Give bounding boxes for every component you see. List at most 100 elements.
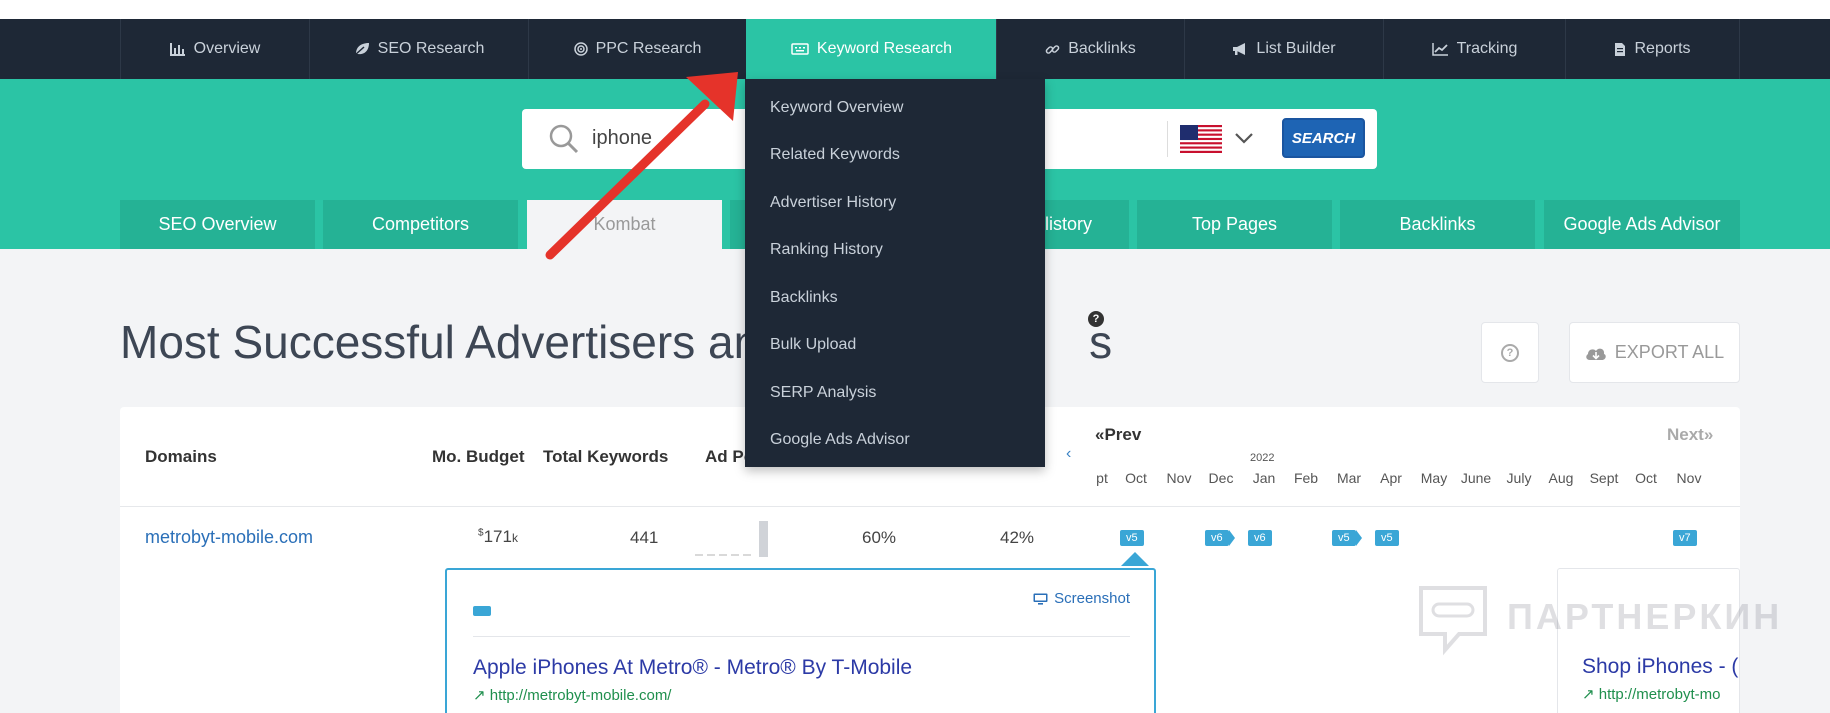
- export-all-button[interactable]: EXPORT ALL: [1569, 322, 1740, 383]
- menu-item-backlinks[interactable]: Backlinks: [770, 289, 838, 307]
- search-icon: [549, 124, 579, 154]
- popup-caret: [1121, 552, 1149, 566]
- nav-item-backlinks[interactable]: Backlinks: [996, 19, 1184, 79]
- nav-item-label: Keyword Research: [816, 40, 953, 57]
- export-all-label: EXPORT ALL: [1614, 342, 1725, 362]
- month-label: Oct: [1125, 470, 1147, 486]
- month-label: pt: [1096, 470, 1108, 486]
- percent-value-b: 42%: [1000, 528, 1035, 547]
- next-button[interactable]: Next»: [1667, 425, 1713, 445]
- help-button[interactable]: ?: [1481, 322, 1539, 383]
- percent-value-a: 60%: [862, 528, 897, 547]
- menu-item-google-ads-advisor[interactable]: Google Ads Advisor: [770, 431, 910, 449]
- document-icon: [1615, 42, 1626, 56]
- nav-item-reports[interactable]: Reports: [1565, 19, 1740, 79]
- version-badge[interactable]: v5: [1120, 530, 1144, 546]
- budget-unit: k: [511, 531, 518, 545]
- help-icon[interactable]: ?: [1088, 311, 1104, 327]
- nav-item-label: Reports: [1634, 40, 1691, 57]
- nav-item-label: SEO Research: [377, 40, 485, 57]
- month-label: Feb: [1293, 470, 1319, 486]
- nav-item-seo-research[interactable]: SEO Research: [309, 19, 528, 79]
- keyword-research-dropdown: Keyword Overview Related Keywords Advert…: [745, 79, 1045, 467]
- search-button[interactable]: SEARCH: [1282, 118, 1365, 158]
- month-label: Aug: [1548, 470, 1574, 486]
- version-badge[interactable]: v6: [1205, 530, 1235, 546]
- nav-item-overview[interactable]: Overview: [120, 19, 309, 79]
- version-badge[interactable]: v7: [1673, 530, 1697, 546]
- screenshot-label: Screenshot: [1054, 590, 1130, 607]
- nav-item-keyword-research[interactable]: Keyword Research: [746, 19, 996, 79]
- us-flag-icon[interactable]: [1180, 125, 1222, 153]
- menu-item-advertiser-history[interactable]: Advertiser History: [770, 194, 896, 212]
- ad-tag-icon: [473, 606, 491, 616]
- header-domains[interactable]: Domains: [145, 447, 217, 467]
- tab-competitors[interactable]: Competitors: [323, 200, 518, 249]
- scroll-left-icon[interactable]: ‹: [1066, 445, 1071, 463]
- nav-item-ppc-research[interactable]: PPC Research: [528, 19, 746, 79]
- budget-value: 171: [483, 527, 512, 546]
- target-icon: [573, 42, 588, 56]
- header-budget[interactable]: Mo. Budget: [432, 447, 525, 467]
- header-total-keywords[interactable]: Total Keywords: [543, 447, 668, 467]
- nav-item-list-builder[interactable]: List Builder: [1184, 19, 1383, 79]
- version-badge[interactable]: v6: [1248, 530, 1272, 546]
- tab-backlinks[interactable]: Backlinks: [1340, 200, 1535, 249]
- month-label: Mar: [1336, 470, 1362, 486]
- tab-google-ads-advisor[interactable]: Google Ads Advisor: [1544, 200, 1740, 249]
- month-label: Oct: [1635, 470, 1657, 486]
- tab-top-pages[interactable]: Top Pages: [1137, 200, 1332, 249]
- domain-link[interactable]: metrobyt-mobile.com: [145, 527, 313, 548]
- tab-seo-overview[interactable]: SEO Overview: [120, 200, 315, 249]
- version-badge[interactable]: v5: [1332, 530, 1362, 546]
- line-chart-icon: [1431, 43, 1448, 56]
- ad-title-link-2[interactable]: Shop iPhones - (: [1582, 655, 1738, 679]
- screenshot-link[interactable]: Screenshot: [1033, 590, 1130, 607]
- month-label: Sept: [1589, 470, 1619, 486]
- megaphone-icon: [1233, 43, 1246, 55]
- chevron-down-icon[interactable]: [1234, 131, 1254, 145]
- month-label: Nov: [1166, 470, 1192, 486]
- leaf-icon: [354, 43, 369, 56]
- page-title-left: Most Successful Advertisers an: [120, 316, 760, 368]
- month-label: July: [1506, 470, 1532, 486]
- ad-position-sparkline: [695, 521, 768, 557]
- search-divider: [1167, 121, 1168, 157]
- month-label: Nov: [1676, 470, 1702, 486]
- menu-item-bulk-upload[interactable]: Bulk Upload: [770, 336, 856, 354]
- menu-item-related-keywords[interactable]: Related Keywords: [770, 146, 900, 164]
- year-label: 2022: [1250, 452, 1275, 464]
- version-badge[interactable]: v5: [1375, 530, 1399, 546]
- total-keywords-value: 441: [630, 528, 659, 547]
- prev-button[interactable]: «Prev: [1095, 425, 1141, 445]
- nav-item-label: Overview: [193, 40, 261, 57]
- month-label: Jan: [1252, 470, 1276, 486]
- cloud-download-icon: [1586, 348, 1606, 360]
- menu-item-ranking-history[interactable]: Ranking History: [770, 241, 883, 259]
- external-link-icon: ↗︎: [1582, 686, 1599, 703]
- menu-item-serp-analysis[interactable]: SERP Analysis: [770, 384, 876, 402]
- watermark-logo-icon: [1419, 586, 1487, 656]
- search-input[interactable]: iphone: [592, 127, 652, 150]
- month-label: May: [1420, 470, 1448, 486]
- ad-url-link-2[interactable]: ↗︎ http://metrobyt-mo: [1582, 685, 1720, 703]
- month-label: Apr: [1380, 470, 1402, 486]
- ad-url-text: http://metrobyt-mobile.com/: [489, 687, 672, 704]
- month-label: Dec: [1208, 470, 1234, 486]
- question-icon: ?: [1501, 343, 1519, 362]
- ad-url-link[interactable]: ↗︎ http://metrobyt-mobile.com/: [473, 686, 671, 704]
- nav-item-tracking[interactable]: Tracking: [1383, 19, 1565, 79]
- nav-item-label: PPC Research: [595, 40, 702, 57]
- top-white-strip: [0, 0, 1830, 19]
- monthly-budget: $171k: [478, 527, 518, 547]
- tab-kombat[interactable]: Kombat: [527, 200, 722, 249]
- ad-title-link[interactable]: Apple iPhones At Metro® - Metro® By T-Mo…: [473, 656, 912, 680]
- menu-item-keyword-overview[interactable]: Keyword Overview: [770, 99, 903, 117]
- external-link-icon: ↗︎: [473, 687, 490, 704]
- monitor-icon: [1033, 593, 1048, 605]
- link-icon: [1045, 44, 1060, 54]
- nav-item-label: List Builder: [1256, 40, 1336, 57]
- top-navigation: Overview SEO Research PPC Research Keywo…: [0, 19, 1830, 79]
- watermark-text: ПАРТНЕРКИН: [1507, 596, 1783, 637]
- watermark: ПАРТНЕРКИН: [1415, 582, 1785, 658]
